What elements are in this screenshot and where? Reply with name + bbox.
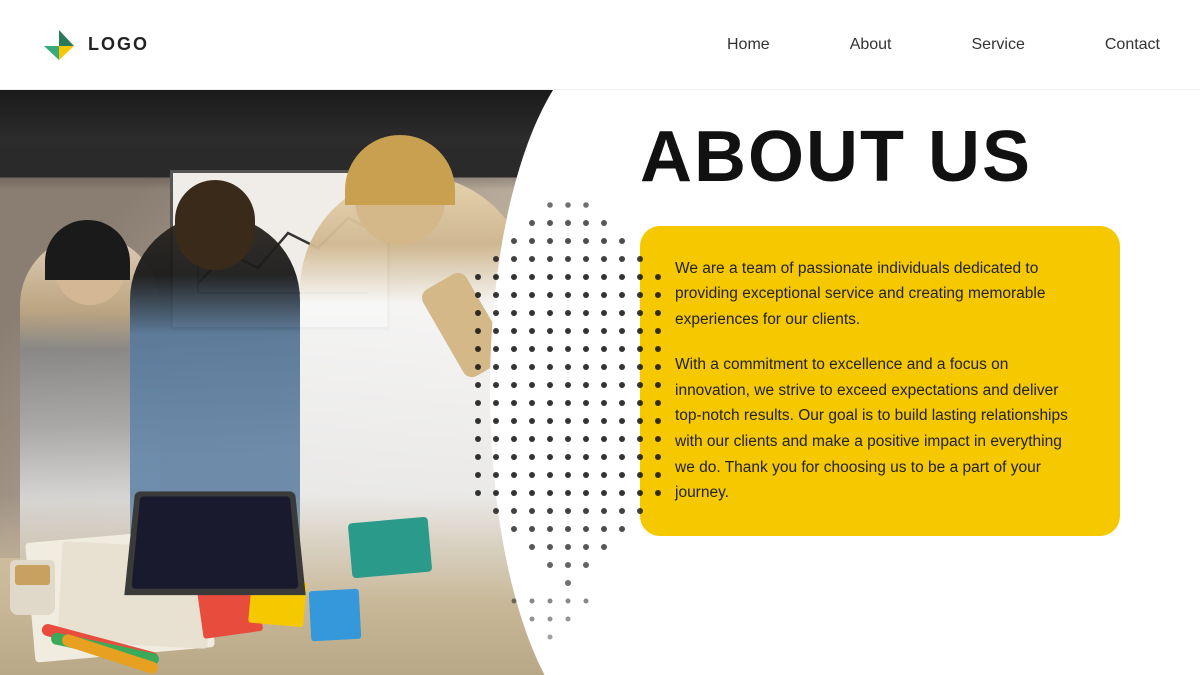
- nav-item-home[interactable]: Home: [727, 36, 770, 54]
- nav-link-home[interactable]: Home: [727, 36, 770, 53]
- nav-links: Home About Service Contact: [727, 36, 1160, 54]
- nav-item-contact[interactable]: Contact: [1105, 36, 1160, 54]
- nav-item-service[interactable]: Service: [972, 36, 1025, 54]
- hero-image-container: [0, 90, 620, 675]
- logo-area[interactable]: LOGO: [40, 26, 149, 64]
- about-title: ABOUT US: [640, 120, 1160, 196]
- right-content: ABOUT US We are a team of passionate ind…: [580, 90, 1200, 675]
- logo-text: LOGO: [88, 34, 149, 55]
- nav-link-contact[interactable]: Contact: [1105, 36, 1160, 53]
- about-card: We are a team of passionate individuals …: [640, 226, 1120, 536]
- about-paragraph-2: With a commitment to excellence and a fo…: [675, 352, 1085, 505]
- nav-link-service[interactable]: Service: [972, 36, 1025, 53]
- navbar: LOGO Home About Service Contact: [0, 0, 1200, 90]
- nav-link-about[interactable]: About: [850, 36, 892, 53]
- about-paragraph-1: We are a team of passionate individuals …: [675, 256, 1085, 333]
- main-content: ABOUT US We are a team of passionate ind…: [0, 90, 1200, 675]
- nav-item-about[interactable]: About: [850, 36, 892, 54]
- logo-icon: [40, 26, 78, 64]
